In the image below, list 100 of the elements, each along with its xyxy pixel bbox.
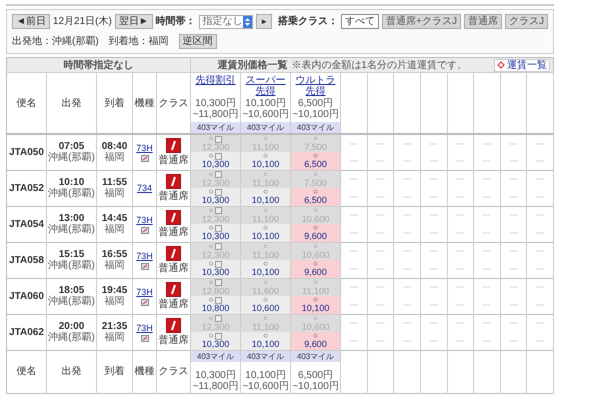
availability-mark: ○: [313, 224, 318, 232]
unavailable-dash: —: [456, 210, 464, 220]
fare-cell[interactable]: ○ 10,100: [240, 188, 291, 206]
fare-cell[interactable]: ○ 10,100: [240, 152, 291, 170]
aircraft-link[interactable]: 73H: [136, 286, 153, 296]
fare-cell[interactable]: ○ 10,100: [240, 332, 291, 350]
unavailable-dash: —: [536, 246, 544, 256]
unavailable-dash: —: [376, 156, 384, 165]
class-logo-icon: [166, 246, 182, 260]
aircraft-link[interactable]: 73H: [136, 142, 153, 153]
fare-price: 9,600: [304, 268, 327, 278]
fare-cell[interactable]: ○ 10,300: [190, 260, 241, 278]
unavailable-dash: —: [536, 282, 544, 292]
fare-cell[interactable]: ○ 10,100: [240, 260, 291, 278]
fare-cell[interactable]: ○ 10,300: [190, 152, 241, 170]
aircraft-link[interactable]: 734: [136, 182, 152, 192]
fare-list-link[interactable]: 運賃一覧: [494, 58, 550, 72]
unavailable-dash: —: [403, 318, 412, 328]
time-range-select[interactable]: 指定なし: [198, 14, 254, 28]
unavailable-dash: —: [403, 228, 412, 237]
aircraft-link[interactable]: 73H: [136, 250, 153, 260]
unavailable-dash: —: [376, 318, 384, 328]
fare-cell[interactable]: ○ 6,500: [290, 152, 341, 170]
unavailable-dash: —: [510, 192, 518, 201]
seat-map-icon[interactable]: [140, 154, 148, 162]
fare-cell[interactable]: ○ 10,100: [240, 224, 291, 242]
previous-day-button[interactable]: ◄前日: [12, 14, 50, 29]
seat-map-icon[interactable]: [140, 262, 148, 270]
fare-type-link[interactable]: ウルトラ先得: [294, 75, 337, 97]
unavailable-dash: —: [430, 228, 438, 237]
unavailable-dash: —: [536, 336, 544, 345]
fare-price: 10,300: [202, 160, 230, 170]
unavailable-dash: —: [536, 210, 544, 220]
link-icon: [497, 61, 505, 69]
unavailable-dash: —: [430, 318, 438, 328]
fare-cell[interactable]: ○ 10,300: [190, 224, 241, 242]
availability-mark: ○: [313, 188, 318, 196]
availability-mark: ×: [313, 242, 318, 251]
unavailable-dash: —: [350, 282, 358, 292]
availability-mark: ×: [208, 206, 214, 215]
unavailable-dash: —: [430, 138, 438, 148]
availability-mark: ○: [263, 224, 268, 232]
unavailable-dash: —: [482, 156, 491, 165]
seat-map-icon[interactable]: [140, 226, 148, 234]
fare-cell[interactable]: ○ 10,300: [190, 188, 241, 206]
fare-cell[interactable]: ○ 10,100: [290, 296, 341, 314]
cabin-label: 普通席: [158, 262, 190, 274]
fare-cell[interactable]: ○ 9,600: [290, 224, 341, 242]
unavailable-dash: —: [536, 174, 544, 184]
arrival-airport: 福岡: [104, 224, 124, 235]
class-filter-button[interactable]: 普通席+クラスJ: [382, 14, 461, 29]
class-logo-icon: [166, 318, 182, 332]
availability-mark: ×: [208, 314, 214, 323]
seat-map-icon[interactable]: [140, 334, 148, 342]
fare-type-link[interactable]: 先得割引: [194, 75, 237, 86]
class-filter-button[interactable]: すべて: [341, 14, 380, 29]
class-filter-button[interactable]: 普通席: [464, 14, 502, 29]
date-label: 12月21日(木): [52, 16, 112, 28]
go-button[interactable]: ►: [256, 14, 272, 29]
next-day-button[interactable]: 翌日►: [114, 14, 153, 29]
availability-mark: ○: [313, 152, 318, 160]
fare-price: 10,100: [302, 304, 330, 314]
class-logo-icon: [166, 210, 182, 224]
unavailable-dash: —: [482, 192, 491, 201]
reverse-route-button[interactable]: 逆区間: [178, 34, 217, 49]
fare-cell[interactable]: ○ 10,600: [240, 296, 291, 314]
departure-airport: 沖縄(那覇): [48, 152, 95, 164]
time-range-label: 時間帯：: [156, 16, 196, 28]
unavailable-dash: —: [350, 156, 358, 165]
unavailable-dash: —: [536, 318, 544, 328]
unavailable-dash: —: [482, 210, 491, 220]
column-header: 機種: [134, 98, 154, 108]
arrival-time: 11:55: [100, 177, 128, 188]
unavailable-dash: —: [482, 138, 491, 148]
fare-cell[interactable]: ○ 10,300: [190, 332, 241, 350]
unavailable-dash: —: [456, 318, 464, 328]
fare-cell[interactable]: ○ 10,800: [190, 296, 241, 314]
aircraft-link[interactable]: 73H: [136, 214, 153, 224]
class-filter-button[interactable]: クラスJ: [505, 14, 548, 29]
availability-mark: ×: [263, 206, 268, 215]
unavailable-dash: —: [510, 210, 518, 220]
unavailable-dash: —: [536, 300, 544, 309]
unavailable-dash: —: [376, 192, 384, 201]
unavailable-dash: —: [482, 300, 491, 309]
unavailable-dash: —: [510, 246, 518, 256]
unavailable-dash: —: [403, 210, 412, 220]
flight-number: JTA054: [9, 218, 44, 230]
unavailable-dash: —: [536, 156, 544, 165]
fare-cell[interactable]: ○ 9,600: [290, 260, 341, 278]
unavailable-dash: —: [403, 300, 412, 309]
aircraft-link[interactable]: 73H: [136, 322, 153, 332]
unavailable-dash: —: [482, 336, 491, 345]
seat-map-icon[interactable]: [140, 298, 148, 306]
fare-type-link[interactable]: スーパー先得: [244, 75, 287, 97]
flight-number: JTA058: [9, 254, 44, 266]
column-header: 到着: [104, 366, 124, 377]
availability-mark: ×: [263, 135, 268, 143]
fare-cell[interactable]: ○ 9,600: [290, 332, 341, 350]
fare-cell[interactable]: ○ 6,500: [290, 188, 341, 206]
destination-label: 到着地：福岡: [108, 36, 169, 48]
